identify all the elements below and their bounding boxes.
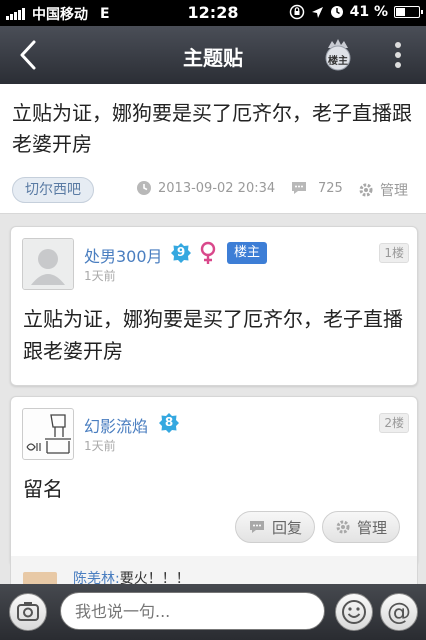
level-badge: 9 [171, 243, 191, 263]
comment-count: 725 [290, 180, 343, 196]
topic-manage-label: 管理 [380, 183, 408, 199]
more-button[interactable] [388, 40, 408, 70]
topic-date-text: 2013-09-02 20:34 [158, 180, 276, 196]
reply-button[interactable]: 回复 [235, 511, 316, 543]
post-card-2: 幻影流焰 8 1天前 2楼 留名 回复 管理 [10, 396, 418, 566]
view-owner-only-button[interactable]: 楼主 [322, 36, 354, 74]
location-icon [311, 6, 323, 18]
avatar[interactable] [22, 238, 74, 290]
emoji-button[interactable] [335, 593, 373, 631]
post-manage-label: 管理 [357, 518, 388, 537]
battery-percent: 41 % [349, 4, 388, 20]
post-content: 立贴为证，娜狗要是买了厄齐尔，老子直播跟老婆开房 [23, 307, 403, 363]
topic-title: 立贴为证，娜狗要是买了厄齐尔，老子直播跟老婆开房 [12, 101, 412, 156]
at-sign-icon: @ [387, 598, 411, 626]
page-title: 主题贴 [183, 46, 243, 70]
post-manage-button[interactable]: 管理 [322, 511, 401, 543]
topic-date: 2013-09-02 20:34 [136, 180, 275, 196]
clock-icon [137, 181, 151, 195]
mention-button[interactable]: @ [380, 593, 418, 631]
avatar[interactable] [22, 408, 74, 460]
default-avatar-icon [23, 239, 73, 289]
gear-icon [359, 183, 373, 197]
sketch-avatar-icon [26, 414, 71, 454]
comment-icon [292, 182, 306, 194]
reply-label: 回复 [272, 518, 303, 537]
level-number: 8 [164, 415, 174, 429]
more-vertical-icon [395, 42, 401, 68]
comment-count-text: 725 [318, 180, 343, 196]
owner-tag: 楼主 [227, 242, 268, 264]
status-bar: 中国移动 E 12:28 41 % [0, 0, 426, 26]
nav-bar: 主题贴 楼主 [0, 26, 426, 84]
alarm-icon [330, 6, 343, 18]
floor-number: 2楼 [379, 413, 409, 433]
topic-header: 立贴为证，娜狗要是买了厄齐尔，老子直播跟老婆开房 切尔西吧 2013-09-02… [0, 84, 426, 214]
camera-icon [17, 602, 39, 621]
camera-button[interactable] [9, 593, 47, 631]
battery-icon [394, 6, 423, 18]
level-number: 9 [176, 245, 186, 259]
post-card-1: 处男300月 9 楼主 1天前 1楼 立贴为证，娜狗要是买了厄齐尔，老子直播跟老… [10, 226, 418, 386]
level-badge: 8 [159, 413, 179, 433]
forum-tag[interactable]: 切尔西吧 [12, 177, 94, 203]
smiley-icon [342, 600, 366, 624]
comment-icon [250, 521, 264, 533]
rotation-lock-icon [289, 4, 304, 20]
post-time: 1天前 [84, 269, 116, 283]
post-content: 留名 [23, 477, 63, 501]
comment-input[interactable] [60, 592, 325, 630]
owner-button-label: 楼主 [328, 56, 348, 67]
username[interactable]: 幻影流焰 [84, 413, 148, 437]
floor-number: 1楼 [379, 243, 409, 263]
composer-bar: @ [0, 584, 426, 640]
female-icon [200, 241, 216, 264]
username[interactable]: 处男300月 [84, 243, 163, 267]
post-time: 1天前 [84, 439, 116, 453]
topic-manage-button[interactable]: 管理 [358, 180, 408, 200]
gear-icon [336, 520, 350, 534]
